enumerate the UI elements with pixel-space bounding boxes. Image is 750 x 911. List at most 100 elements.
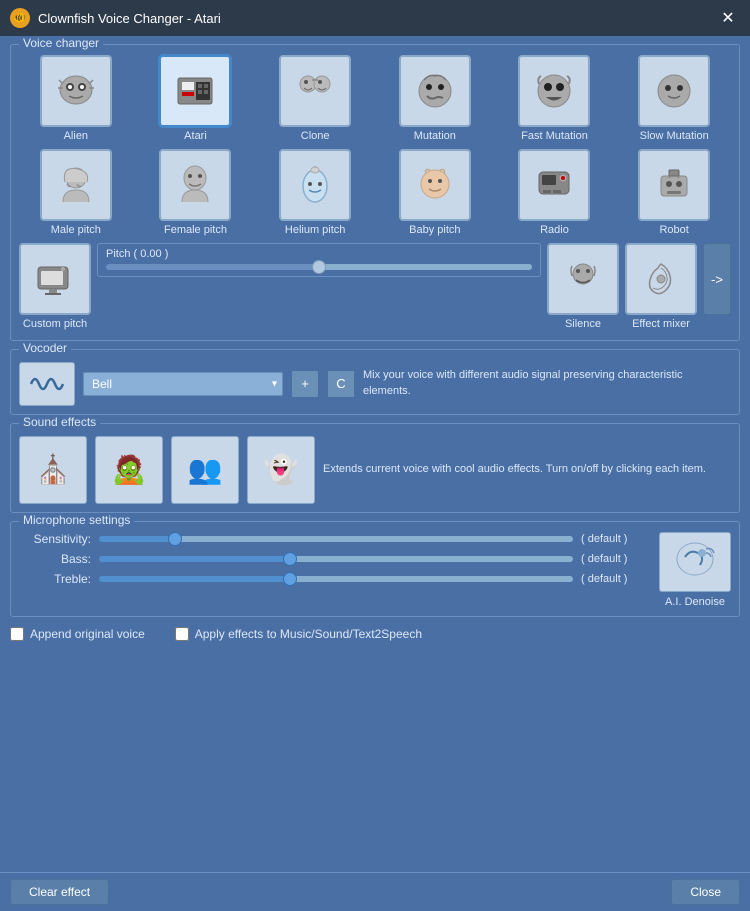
effect-mixer-item[interactable]: Effect mixer — [625, 243, 697, 331]
voice-icon-robot — [638, 149, 710, 221]
voice-icon-alien — [40, 55, 112, 127]
silence-label: Silence — [565, 318, 601, 331]
voice-label-fast-mutation: Fast Mutation — [521, 130, 588, 143]
vocoder-desc: Mix your voice with different audio sign… — [363, 368, 731, 399]
close-button[interactable]: Close — [671, 879, 740, 905]
vocoder-row: Bell Choir Flute Guitar + C Mix your voi… — [19, 362, 731, 406]
treble-row: Treble: ( default ) — [19, 572, 651, 586]
bass-row: Bass: ( default ) — [19, 552, 651, 566]
vocoder-select-wrapper: Bell Choir Flute Guitar — [83, 372, 283, 396]
voice-item-fast-mutation[interactable]: Fast Mutation — [498, 55, 612, 143]
vocoder-icon — [19, 362, 75, 406]
apply-effects-label: Apply effects to Music/Sound/Text2Speech — [195, 627, 422, 641]
custom-pitch-icon — [19, 243, 91, 315]
voice-label-helium-pitch: Helium pitch — [285, 224, 346, 237]
voice-label-atari: Atari — [184, 130, 207, 143]
silence-item[interactable]: Silence — [547, 243, 619, 331]
voice-label-female-pitch: Female pitch — [164, 224, 227, 237]
voice-icon-male-pitch — [40, 149, 112, 221]
effect-ghost-icon[interactable]: 👻 — [247, 436, 315, 504]
sensitivity-row: Sensitivity: ( default ) — [19, 532, 651, 546]
voice-icon-clone — [279, 55, 351, 127]
voice-icon-mutation — [399, 55, 471, 127]
pitch-slider[interactable] — [106, 264, 532, 270]
voice-item-atari[interactable]: Atari — [139, 55, 253, 143]
vocoder-group: Vocoder Bell Choir Flute Guitar + C — [10, 349, 740, 415]
apply-effects-checkbox-row[interactable]: Apply effects to Music/Sound/Text2Speech — [175, 627, 422, 641]
sound-effects-group: Sound effects ⛪ 🧟 👥 👻 Extends current vo… — [10, 423, 740, 513]
mic-sliders: Sensitivity: ( default ) Bass: ( default… — [19, 532, 651, 608]
sound-effects-desc: Extends current voice with cool audio ef… — [323, 461, 731, 478]
sensitivity-slider[interactable] — [99, 536, 573, 542]
voice-label-radio: Radio — [540, 224, 569, 237]
voice-icon-helium-pitch — [279, 149, 351, 221]
clear-effect-button[interactable]: Clear effect — [10, 879, 109, 905]
voice-icon-radio — [518, 149, 590, 221]
voice-label-male-pitch: Male pitch — [51, 224, 101, 237]
apply-effects-checkbox[interactable] — [175, 627, 189, 641]
effect-mixer-icon — [625, 243, 697, 315]
voice-changer-group: Voice changer AlienAtariCloneMutationFas… — [10, 44, 740, 341]
voice-icon-fast-mutation — [518, 55, 590, 127]
vocoder-select[interactable]: Bell Choir Flute Guitar — [83, 372, 283, 396]
pitch-value-label: Pitch ( 0.00 ) — [106, 248, 532, 260]
treble-slider[interactable] — [99, 576, 573, 582]
voice-item-alien[interactable]: Alien — [19, 55, 133, 143]
main-window: 🐠 Clownfish Voice Changer - Atari ✕ Voic… — [0, 0, 750, 911]
bottom-bar: Clear effect Close — [0, 872, 750, 911]
voice-grid: Alien Atari Clone Mutation Fast Mutation Slow… — [19, 55, 731, 237]
bass-default: ( default ) — [581, 553, 651, 565]
voice-item-mutation[interactable]: Mutation — [378, 55, 492, 143]
effect-church-icon[interactable]: ⛪ — [19, 436, 87, 504]
silence-icon — [547, 243, 619, 315]
voice-label-robot: Robot — [659, 224, 688, 237]
main-content: Voice changer AlienAtariCloneMutationFas… — [0, 36, 750, 872]
append-voice-label: Append original voice — [30, 627, 145, 641]
custom-pitch-item[interactable]: Custom pitch — [19, 243, 91, 331]
app-icon: 🐠 — [10, 8, 30, 28]
voice-label-baby-pitch: Baby pitch — [409, 224, 460, 237]
voice-label-alien: Alien — [64, 130, 88, 143]
bass-slider[interactable] — [99, 556, 573, 562]
denoise-icon[interactable] — [659, 532, 731, 592]
effect-crowd-icon[interactable]: 👥 — [171, 436, 239, 504]
voice-item-helium-pitch[interactable]: Helium pitch — [258, 149, 372, 237]
append-voice-checkbox-row[interactable]: Append original voice — [10, 627, 145, 641]
treble-label: Treble: — [19, 572, 91, 586]
denoise-label: A.I. Denoise — [665, 596, 725, 608]
voice-label-slow-mutation: Slow Mutation — [640, 130, 709, 143]
voice-icon-female-pitch — [159, 149, 231, 221]
voice-item-male-pitch[interactable]: Male pitch — [19, 149, 133, 237]
arrow-button[interactable]: -> — [703, 243, 731, 315]
voice-item-clone[interactable]: Clone — [258, 55, 372, 143]
voice-item-robot[interactable]: Robot — [617, 149, 731, 237]
voice-item-slow-mutation[interactable]: Slow Mutation — [617, 55, 731, 143]
voice-icon-slow-mutation — [638, 55, 710, 127]
append-voice-checkbox[interactable] — [10, 627, 24, 641]
voice-item-female-pitch[interactable]: Female pitch — [139, 149, 253, 237]
sensitivity-default: ( default ) — [581, 533, 651, 545]
treble-default: ( default ) — [581, 573, 651, 585]
bass-label: Bass: — [19, 552, 91, 566]
custom-pitch-row: Custom pitch Pitch ( 0.00 ) — [19, 243, 731, 331]
voice-icon-atari — [159, 55, 231, 127]
mic-settings-group: Microphone settings Sensitivity: ( defau… — [10, 521, 740, 617]
vocoder-add-button[interactable]: + — [291, 370, 319, 398]
checkbox-area: Append original voice Apply effects to M… — [10, 625, 740, 643]
voice-item-radio[interactable]: Radio — [498, 149, 612, 237]
sound-effects-row: ⛪ 🧟 👥 👻 Extends current voice with cool … — [19, 436, 731, 504]
pitch-slider-group: Pitch ( 0.00 ) — [97, 243, 541, 277]
voice-label-mutation: Mutation — [414, 130, 456, 143]
vocoder-label: Vocoder — [19, 341, 71, 355]
window-close-button[interactable]: ✕ — [716, 6, 740, 30]
effect-monster-icon[interactable]: 🧟 — [95, 436, 163, 504]
vocoder-clear-button[interactable]: C — [327, 370, 355, 398]
voice-icon-baby-pitch — [399, 149, 471, 221]
denoise-section: A.I. Denoise — [659, 532, 731, 608]
effect-mixer-label: Effect mixer — [632, 318, 690, 331]
sound-effects-label: Sound effects — [19, 415, 100, 429]
custom-pitch-label: Custom pitch — [23, 318, 87, 331]
window-title: Clownfish Voice Changer - Atari — [38, 11, 221, 26]
sensitivity-label: Sensitivity: — [19, 532, 91, 546]
voice-item-baby-pitch[interactable]: Baby pitch — [378, 149, 492, 237]
